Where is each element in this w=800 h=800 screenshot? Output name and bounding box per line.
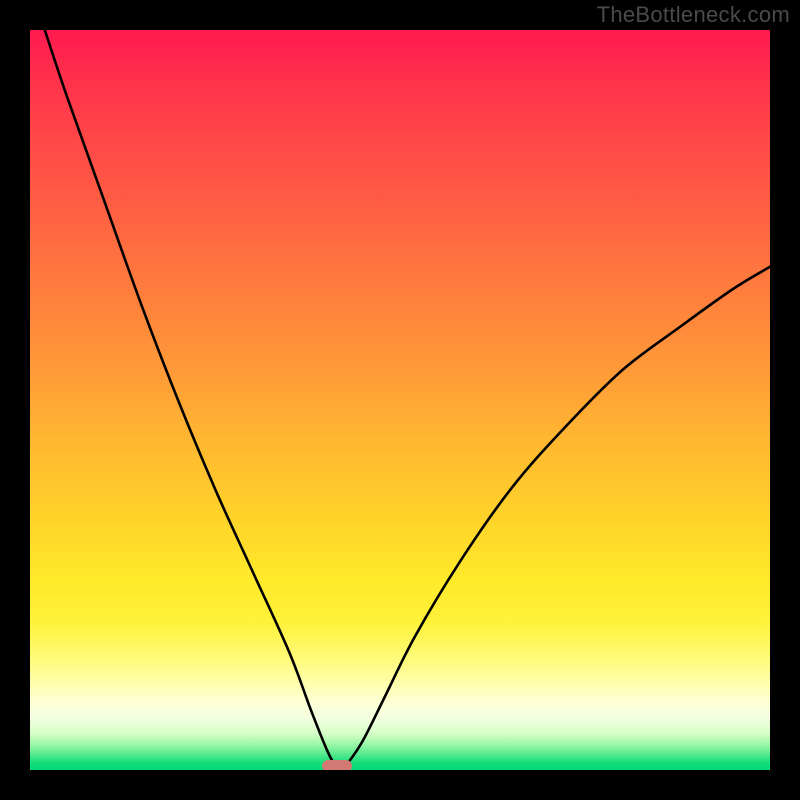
watermark-text: TheBottleneck.com [597,2,790,28]
curve-path [45,30,770,770]
plot-area [30,30,770,770]
bottleneck-curve [30,30,770,770]
chart-container: TheBottleneck.com [0,0,800,800]
optimal-point-marker [322,760,352,770]
